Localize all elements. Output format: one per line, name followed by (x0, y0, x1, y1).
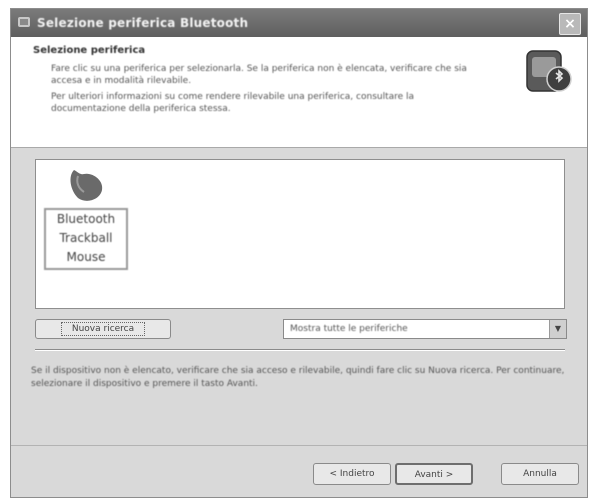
footer-divider (11, 445, 587, 446)
bluetooth-device-icon (526, 50, 572, 92)
close-icon: × (564, 16, 576, 32)
close-button[interactable]: × (559, 13, 581, 35)
search-again-label: Nuova ricerca (60, 322, 146, 336)
wizard-header: Selezione periferica Fare clic su una pe… (11, 37, 587, 148)
chevron-down-icon[interactable]: ▼ (549, 320, 566, 338)
header-description: Fare clic su una periferica per selezion… (51, 63, 471, 119)
device-list[interactable]: Bluetooth Trackball Mouse (35, 159, 565, 309)
app-icon (18, 17, 30, 27)
cancel-button[interactable]: Annulla (501, 463, 579, 485)
next-button[interactable]: Avanti > (395, 463, 473, 485)
header-description-line: Per ulteriori informazioni su come rende… (51, 92, 415, 114)
instructions-text: Se il dispositivo non è elencato, verifi… (31, 366, 565, 389)
header-title: Selezione periferica (33, 45, 146, 56)
window-title: Selezione periferica Bluetooth (37, 16, 249, 30)
header-description-line: Fare clic su una periferica per selezion… (51, 64, 467, 86)
bluetooth-device-selection-dialog: Selezione periferica Bluetooth × Selezio… (10, 8, 588, 498)
device-item[interactable]: Bluetooth Trackball Mouse (38, 164, 133, 274)
back-button[interactable]: < Indietro (313, 463, 391, 485)
search-again-button[interactable]: Nuova ricerca (35, 319, 171, 339)
title-bar[interactable]: Selezione periferica Bluetooth × (11, 9, 587, 37)
device-filter-value: Mostra tutte le periferiche (290, 324, 408, 334)
mouse-icon (70, 170, 103, 201)
device-filter-dropdown[interactable]: Mostra tutte le periferiche ▼ (283, 319, 567, 339)
separator (35, 349, 565, 351)
device-name: Bluetooth Trackball Mouse (44, 208, 128, 270)
